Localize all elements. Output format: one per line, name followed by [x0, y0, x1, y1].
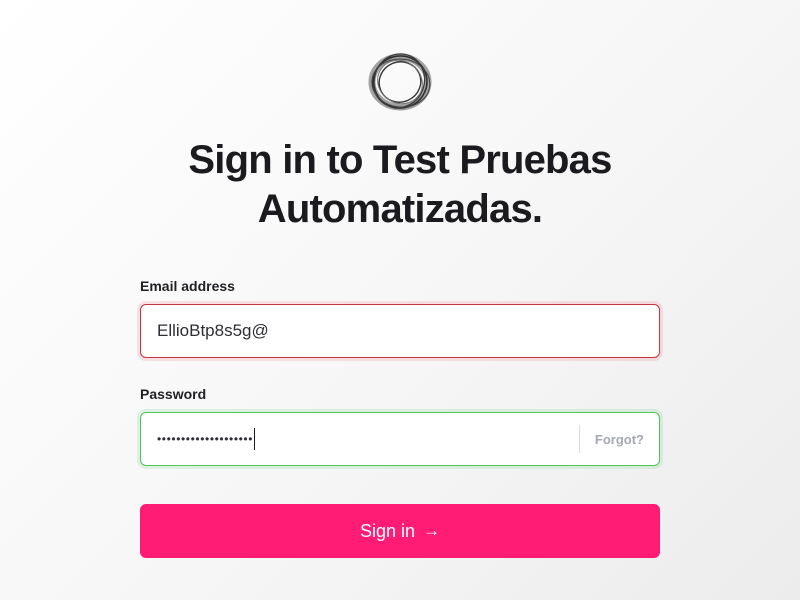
email-label: Email address [140, 278, 235, 294]
arrow-right-icon: → [423, 521, 441, 540]
email-value: EllioBtp8s5g@ [157, 321, 269, 340]
email-field[interactable]: EllioBtp8s5g@ [140, 304, 660, 358]
title-line-1: Sign in to Test Pruebas [188, 138, 612, 182]
sign-in-form: Email address EllioBtp8s5g@ Password •••… [140, 276, 660, 466]
password-field[interactable]: •••••••••••••••••••• Forgot? [140, 412, 660, 466]
app-logo-icon [368, 53, 432, 111]
password-value: •••••••••••••••••••• [141, 428, 579, 450]
email-group: Email address EllioBtp8s5g@ [140, 276, 660, 358]
page-title: Sign in to Test Pruebas Automatizadas. [100, 136, 700, 234]
sign-in-button[interactable]: Sign in → [140, 504, 660, 558]
forgot-password-link[interactable]: Forgot? [580, 432, 659, 447]
sign-in-label: Sign in [359, 520, 416, 541]
text-caret [254, 428, 256, 450]
password-group: Password •••••••••••••••••••• Forgot? [140, 384, 660, 466]
password-masked-text: •••••••••••••••••••• [157, 432, 254, 446]
password-label: Password [140, 386, 207, 402]
title-line-2: Automatizadas. [257, 187, 543, 231]
